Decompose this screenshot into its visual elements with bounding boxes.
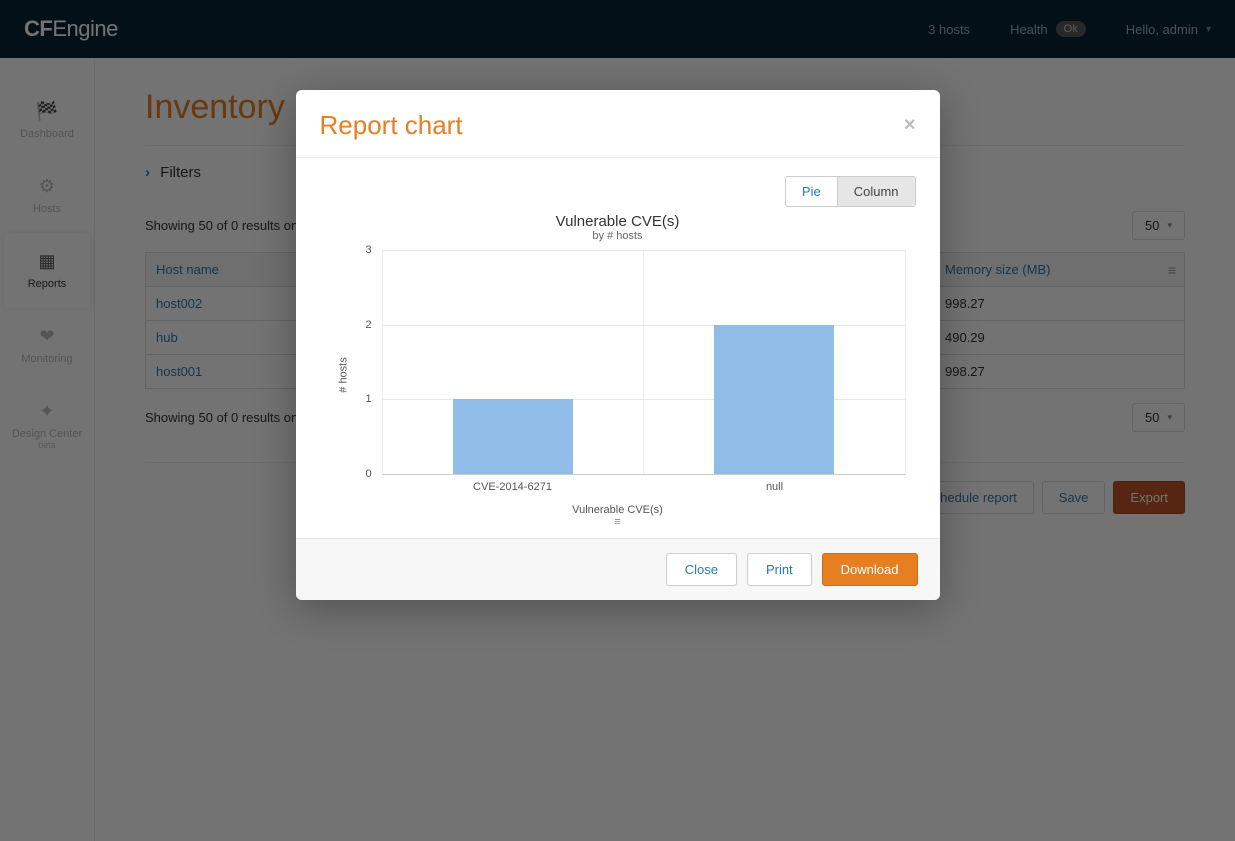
modal-print-button[interactable]: Print — [747, 553, 812, 586]
x-tick: CVE-2014-6271 — [382, 475, 644, 500]
y-tick: 2 — [366, 319, 372, 331]
chart-bar[interactable] — [453, 399, 573, 474]
modal-download-button[interactable]: Download — [822, 553, 918, 586]
report-chart-modal: Report chart × Pie Column Vulnerable CVE… — [296, 90, 940, 600]
y-tick: 1 — [366, 393, 372, 405]
chart-menu-icon[interactable]: ≡ — [320, 516, 916, 528]
chart-area: # hosts 0123 CVE-2014-6271null — [360, 250, 906, 500]
modal-title: Report chart — [320, 110, 463, 141]
chart-bar[interactable] — [714, 325, 834, 474]
y-tick: 3 — [366, 244, 372, 256]
chart-subtitle: by # hosts — [320, 230, 916, 242]
x-tick: null — [644, 475, 906, 500]
x-axis-label: Vulnerable CVE(s) — [320, 504, 916, 516]
tab-pie[interactable]: Pie — [786, 177, 837, 206]
close-icon[interactable]: × — [904, 114, 916, 137]
chart-title: Vulnerable CVE(s) — [320, 213, 916, 230]
chart-type-toggle: Pie Column — [785, 176, 916, 207]
modal-close-button[interactable]: Close — [666, 553, 737, 586]
tab-column[interactable]: Column — [837, 177, 915, 206]
y-tick: 0 — [366, 468, 372, 480]
y-axis-label: # hosts — [337, 357, 349, 392]
